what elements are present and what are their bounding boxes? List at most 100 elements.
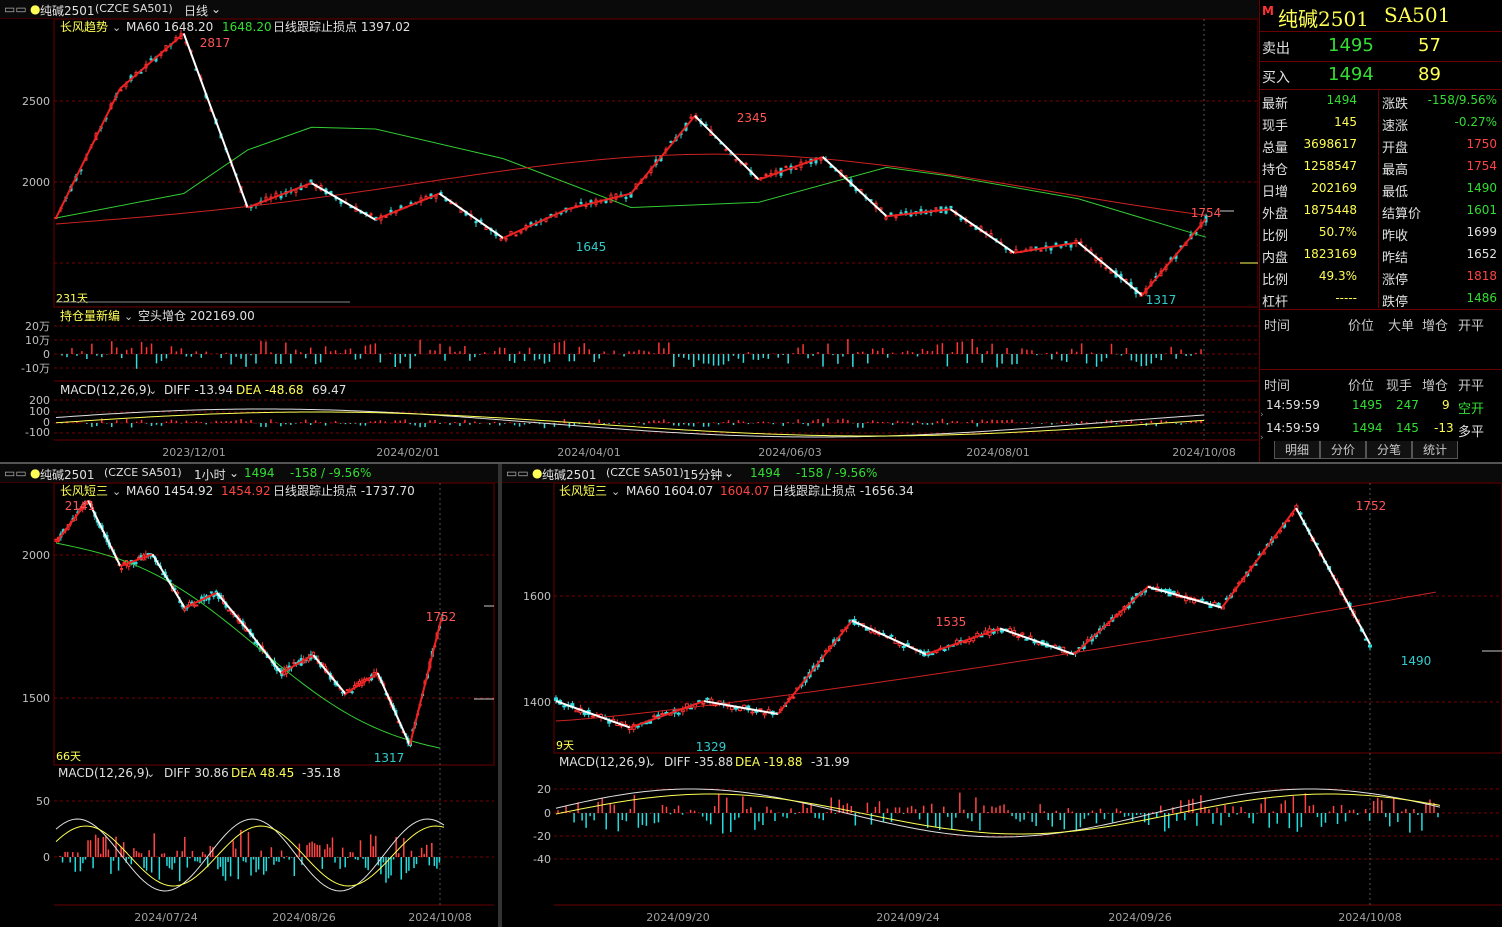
tab-detail[interactable]: 明细 [1274, 441, 1320, 459]
buy-price[interactable]: 1494 [1328, 64, 1374, 85]
chevron-down-icon[interactable]: ⌄ [211, 2, 221, 16]
tick-row[interactable]: 14:59:59 1495 247 9 空开 [1260, 395, 1502, 417]
tab-trades[interactable]: 分笔 [1366, 441, 1412, 459]
main-chart-area[interactable]: 长风趋势 ⌄ MA60 1648.20 1648.20 日线跟踪止损点 1397… [0, 19, 1258, 462]
symbol-dot-icon: ● [532, 466, 543, 480]
trend-segment [1295, 507, 1371, 645]
min-indicator-name[interactable]: 长风短三 [559, 484, 607, 498]
min-ma-value: 1604.07 [720, 484, 770, 498]
buy-label: 买入 [1262, 70, 1290, 86]
candle-body [369, 213, 373, 216]
quote-row: 杠杆 ----- 跌停 1486 [1260, 288, 1502, 310]
hour-macd-name[interactable]: MACD(12,26,9) [58, 766, 149, 780]
candle-body [579, 201, 583, 205]
oi-y-tick: 10万 [25, 334, 50, 347]
quote-row: 总量 3698617 开盘 1750 [1260, 134, 1502, 156]
symbol-name[interactable]: 纯碱2501 [40, 2, 95, 19]
quote-value: 1652 [1466, 247, 1497, 261]
quote-value: 49.3% [1318, 269, 1357, 283]
quote-row: 现手 145 速涨 -0.27% [1260, 112, 1502, 134]
sell-price[interactable]: 1495 [1328, 35, 1374, 56]
main-trend-line [55, 32, 1207, 297]
hour-macd-dea: DEA 48.45 [231, 766, 294, 780]
tab-stats[interactable]: 统计 [1412, 441, 1458, 459]
window-restore-icon[interactable]: ▭▭ [4, 2, 27, 16]
oi-y-tick: -10万 [21, 362, 50, 375]
hour-candles [54, 499, 444, 748]
candle-body [949, 205, 953, 209]
min-symbol[interactable]: 纯碱2501 [542, 466, 597, 483]
hour-x-label: 2024/07/24 [134, 911, 197, 924]
min-chart-area[interactable]: 长风短三 ⌄ MA60 1604.07 1604.07 日线跟踪止损点 -165… [502, 483, 1502, 927]
min-period-select[interactable]: 15分钟 [683, 466, 722, 483]
candle-body [504, 238, 508, 241]
quote-row: 最新 1494 涨跌 -158/9.56% [1260, 90, 1502, 112]
candle-body [519, 230, 523, 234]
quote-value: 1490 [1466, 181, 1497, 195]
trend-segment [248, 630, 282, 674]
quote-value: 50.7% [1318, 225, 1357, 239]
macd-name[interactable]: MACD(12,26,9) [60, 383, 151, 397]
market-code: (CZCE SA501) [95, 2, 173, 15]
quote-row: 外盘 1875448 结算价 1601 [1260, 200, 1502, 222]
period-select[interactable]: 日线 [184, 2, 208, 19]
candle-body [889, 634, 894, 637]
chevron-down-icon[interactable]: ⌄ [724, 466, 734, 480]
candle-body [149, 58, 153, 61]
min-days-label: 9天 [556, 739, 574, 752]
min-macd-name[interactable]: MACD(12,26,9) [559, 755, 650, 769]
min-y-tick: 1400 [523, 696, 551, 709]
hour-indicator-name[interactable]: 长风短三 [60, 484, 108, 498]
min-macd-dea: DEA -19.88 [735, 755, 803, 769]
candle-body [1079, 241, 1083, 244]
hour-x-label: 2024/10/08 [408, 911, 471, 924]
hour-period-select[interactable]: 1小时 [194, 466, 226, 483]
trend-segment [1073, 586, 1149, 656]
quote-row: 内盘 1823169 昨结 1652 [1260, 244, 1502, 266]
candle-body [701, 702, 706, 705]
trend-segment [375, 192, 440, 221]
candle-body [226, 609, 230, 612]
main-x-label: 2024/02/01 [376, 446, 439, 459]
hour-change: -158 / -9.56% [290, 466, 372, 480]
min-chart-header: ▭▭ ● 纯碱2501 (CZCE SA501) 15分钟 ⌄ 1494 -15… [502, 464, 1502, 483]
oi-indicator-name[interactable]: 持仓量新编 [60, 308, 120, 323]
big-order-header: 时间 价位 大单 增仓 开平 [1264, 319, 1485, 334]
macd-main-dea-line [55, 411, 1205, 437]
quote-label: 外盘 [1262, 207, 1289, 222]
candle-body [734, 158, 738, 161]
candle-body [660, 713, 665, 716]
chevron-down-icon[interactable]: ⌄ [229, 466, 239, 480]
main-peak-label: 2345 [737, 111, 768, 125]
candle-body [134, 562, 138, 565]
trend-segment [694, 115, 760, 181]
main-indicator-name[interactable]: 长风趋势 [60, 20, 108, 34]
candle-body [253, 641, 257, 644]
tab-price[interactable]: 分价 [1320, 441, 1366, 459]
candle-body [574, 709, 579, 713]
trend-segment [555, 700, 631, 729]
tick-row[interactable]: 14:59:59 1494 145 -13 多平 [1260, 418, 1502, 440]
candle-body [764, 173, 768, 176]
window-restore-icon[interactable]: ▭▭ [4, 466, 27, 480]
min-peak-label: 1535 [936, 615, 967, 629]
candle-body [192, 604, 196, 607]
min-x-label: 2024/09/26 [1108, 911, 1171, 924]
hour-chart-area[interactable]: 长风短三 ⌄ MA60 1454.92 1454.92 日线跟踪止损点 -173… [0, 483, 498, 927]
main-ma-red-line [55, 153, 1207, 225]
candle-body [590, 715, 595, 718]
trend-segment [703, 700, 779, 716]
candle-body [1200, 598, 1205, 601]
trend-segment [216, 592, 250, 633]
main-x-label: 2024/04/01 [557, 446, 620, 459]
window-restore-icon[interactable]: ▭▭ [506, 466, 529, 480]
quote-value: 1486 [1466, 291, 1497, 305]
candle-body [942, 648, 947, 652]
candle-body [894, 216, 898, 219]
hour-symbol[interactable]: 纯碱2501 [40, 466, 95, 483]
quote-value: 202169 [1311, 181, 1357, 195]
svg-text:⌄: ⌄ [112, 21, 121, 34]
macd-value: 69.47 [312, 383, 346, 397]
min-stop-label: 日线跟踪止损点 -1656.34 [772, 484, 914, 498]
candle-body [1020, 632, 1025, 635]
